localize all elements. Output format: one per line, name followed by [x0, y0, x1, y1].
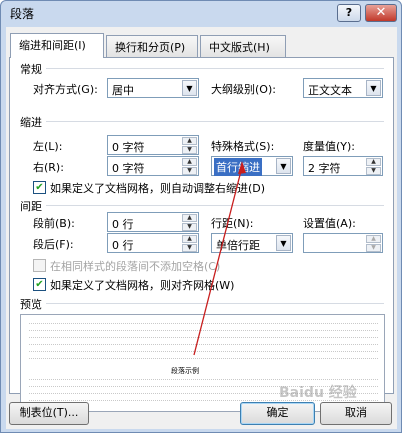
- set-value-spinner[interactable]: ▲ ▼: [303, 233, 383, 253]
- special-format-label: 特殊格式(S):: [211, 140, 275, 153]
- spin-up-icon[interactable]: ▲: [366, 158, 381, 166]
- cancel-button[interactable]: 取消: [320, 402, 392, 425]
- spin-down-icon[interactable]: ▼: [182, 167, 197, 175]
- spacing-section-title: 间距: [20, 200, 42, 213]
- space-before-label: 段前(B):: [33, 217, 75, 230]
- tab-stops-button[interactable]: 制表位(T)...: [9, 402, 89, 425]
- ok-button[interactable]: 确定: [240, 402, 315, 425]
- indent-section-title: 缩进: [20, 116, 42, 129]
- tab-indent-spacing[interactable]: 缩进和间距(I): [10, 33, 104, 58]
- chevron-down-icon[interactable]: ▼: [276, 158, 291, 174]
- indent-right-value: 0 字符: [112, 162, 145, 175]
- dialog-title: 段落: [10, 7, 35, 21]
- divider: [46, 303, 384, 304]
- auto-adjust-label: 如果定义了文档网格，则自动调整右缩进(D): [50, 182, 266, 195]
- spin-down-icon[interactable]: ▼: [182, 244, 197, 252]
- special-format-select[interactable]: 首行缩进 ▼: [211, 156, 293, 176]
- line-spacing-select[interactable]: 单倍行距 ▼: [211, 233, 293, 253]
- spin-up-icon[interactable]: ▲: [182, 137, 197, 145]
- indent-left-value: 0 字符: [112, 141, 145, 154]
- measure-spinner[interactable]: 2 字符 ▲ ▼: [303, 156, 383, 176]
- spin-up-icon[interactable]: ▲: [182, 214, 197, 222]
- spin-down-icon[interactable]: ▼: [366, 244, 381, 252]
- outline-level-value: 正文文本: [308, 84, 352, 97]
- watermark-logo: Baidu 经验: [279, 385, 357, 401]
- set-value-label: 设置值(A):: [303, 217, 356, 230]
- preview-line: [29, 323, 378, 324]
- spin-up-icon[interactable]: ▲: [182, 158, 197, 166]
- special-format-value: 首行缩进: [214, 158, 262, 176]
- outline-level-select[interactable]: 正文文本 ▼: [303, 78, 383, 98]
- space-before-spinner[interactable]: 0 行 ▲ ▼: [107, 212, 199, 232]
- snap-grid-label: 如果定义了文档网格，则对齐网格(W): [50, 279, 235, 292]
- tab-asian-typography[interactable]: 中文版式(H): [200, 35, 286, 57]
- preview-section-title: 预览: [20, 298, 42, 311]
- paragraph-dialog: 段落 ? ✕ 缩进和间距(I) 换行和分页(P) 中文版式(H) 常规 对齐方式…: [0, 0, 402, 433]
- title-bar[interactable]: 段落 ? ✕: [1, 1, 401, 25]
- divider: [46, 205, 384, 206]
- indent-left-label: 左(L):: [33, 140, 63, 153]
- spin-down-icon[interactable]: ▼: [366, 167, 381, 175]
- measure-label: 度量值(Y):: [303, 140, 356, 153]
- preview-sample-text: 段落示例: [171, 367, 199, 375]
- space-after-label: 段后(F):: [33, 238, 74, 251]
- alignment-value: 居中: [112, 84, 134, 97]
- spin-down-icon[interactable]: ▼: [182, 223, 197, 231]
- measure-value: 2 字符: [308, 162, 341, 175]
- no-space-label: 在相同样式的段落间不添加空格(C): [50, 260, 221, 273]
- general-section-title: 常规: [20, 63, 42, 76]
- preview-line: [29, 351, 378, 352]
- chevron-down-icon[interactable]: ▼: [182, 80, 197, 96]
- close-button[interactable]: ✕: [365, 4, 397, 22]
- spin-up-icon[interactable]: ▲: [182, 235, 197, 243]
- no-space-checkbox[interactable]: [33, 259, 46, 272]
- preview-line: [29, 337, 378, 338]
- divider: [46, 121, 384, 122]
- dialog-body: 缩进和间距(I) 换行和分页(P) 中文版式(H) 常规 对齐方式(G): 居中…: [6, 27, 397, 429]
- space-before-value: 0 行: [112, 218, 134, 231]
- alignment-select[interactable]: 居中 ▼: [107, 78, 199, 98]
- divider: [46, 68, 384, 69]
- preview-line: [29, 379, 378, 380]
- indent-left-spinner[interactable]: 0 字符 ▲ ▼: [107, 135, 199, 155]
- indent-right-spinner[interactable]: 0 字符 ▲ ▼: [107, 156, 199, 176]
- chevron-down-icon[interactable]: ▼: [276, 235, 291, 251]
- chevron-down-icon[interactable]: ▼: [366, 80, 381, 96]
- line-spacing-label: 行距(N):: [211, 217, 254, 230]
- indent-right-label: 右(R):: [33, 161, 64, 174]
- preview-line: [29, 330, 378, 331]
- auto-adjust-checkbox[interactable]: ✔: [33, 181, 46, 194]
- snap-grid-checkbox[interactable]: ✔: [33, 278, 46, 291]
- spin-down-icon[interactable]: ▼: [182, 146, 197, 154]
- space-after-spinner[interactable]: 0 行 ▲ ▼: [107, 233, 199, 253]
- tab-panel: 常规 对齐方式(G): 居中 ▼ 大纲级别(O): 正文文本 ▼ 缩进 左(L)…: [9, 57, 394, 412]
- alignment-label: 对齐方式(G):: [33, 83, 98, 96]
- line-spacing-value: 单倍行距: [216, 239, 260, 252]
- preview-line: [29, 358, 378, 359]
- tab-line-page-breaks[interactable]: 换行和分页(P): [106, 35, 198, 57]
- preview-line: [29, 344, 378, 345]
- outline-level-label: 大纲级别(O):: [211, 83, 276, 96]
- spin-up-icon[interactable]: ▲: [366, 235, 381, 243]
- help-button[interactable]: ?: [337, 4, 361, 22]
- space-after-value: 0 行: [112, 239, 134, 252]
